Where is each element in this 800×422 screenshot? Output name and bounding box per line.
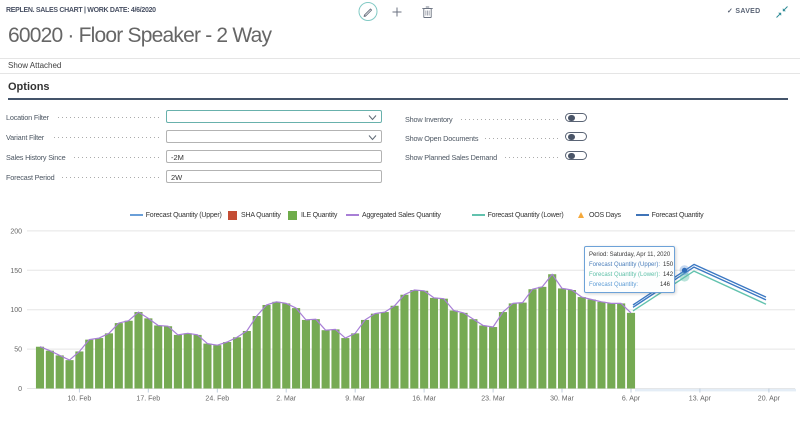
svg-text:200: 200 <box>10 228 22 235</box>
svg-text:23. Mar: 23. Mar <box>481 396 505 403</box>
svg-text:2. Mar: 2. Mar <box>276 396 297 403</box>
svg-text:24. Feb: 24. Feb <box>205 396 229 403</box>
svg-text:30. Mar: 30. Mar <box>550 396 574 403</box>
svg-text:16. Mar: 16. Mar <box>412 396 436 403</box>
svg-text:10. Feb: 10. Feb <box>68 396 92 403</box>
svg-text:17. Feb: 17. Feb <box>136 396 160 403</box>
svg-text:13. Apr: 13. Apr <box>689 396 712 403</box>
svg-text:20. Apr: 20. Apr <box>758 396 781 403</box>
svg-text:100: 100 <box>10 307 22 314</box>
svg-text:50: 50 <box>14 347 22 354</box>
svg-text:9. Mar: 9. Mar <box>345 396 366 403</box>
svg-text:0: 0 <box>18 386 22 393</box>
svg-text:6. Apr: 6. Apr <box>622 396 641 403</box>
svg-text:150: 150 <box>10 268 22 275</box>
